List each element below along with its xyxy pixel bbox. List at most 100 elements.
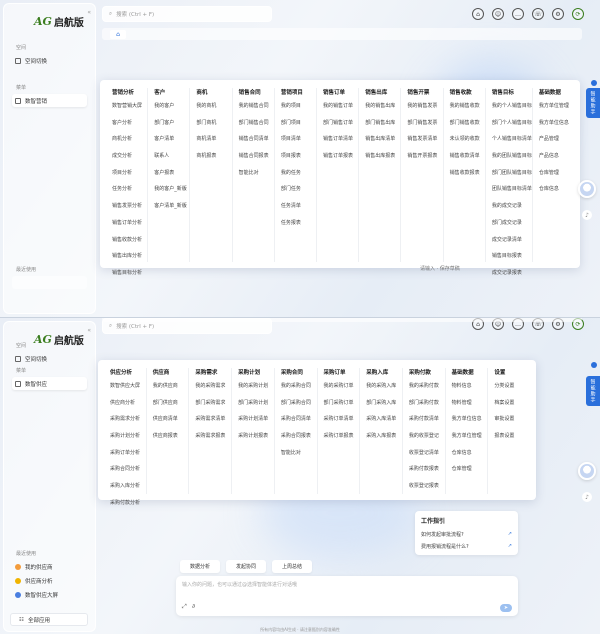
chat-icon[interactable]: … xyxy=(512,8,524,20)
bell-icon[interactable]: ♪ xyxy=(582,210,592,220)
menu-item[interactable]: 采购计划清单 xyxy=(238,415,274,422)
menu-item[interactable]: 任务清单 xyxy=(281,202,316,209)
expand-icon[interactable]: ⤢ xyxy=(182,603,187,611)
menu-item[interactable]: 部门客户 xyxy=(154,119,189,126)
menu-item[interactable]: 商机分析 xyxy=(112,135,147,142)
menu-item[interactable]: 采购订单清单 xyxy=(324,415,360,422)
menu-item[interactable]: 销售合同清单 xyxy=(239,135,274,142)
menu-item[interactable]: 我方单位信息 xyxy=(539,119,574,126)
menu-item[interactable]: 商机清单 xyxy=(196,135,231,142)
home-tab[interactable]: ⌂ xyxy=(110,30,126,39)
menu-item[interactable]: 部门采购入库 xyxy=(366,399,402,406)
menu-item[interactable]: 项目分析 xyxy=(112,169,147,176)
menu-item[interactable]: 收票登记报表 xyxy=(409,482,445,489)
menu-item[interactable]: 销售合同报表 xyxy=(239,152,274,159)
menu-item[interactable]: 联系人 xyxy=(154,152,189,159)
menu-item[interactable]: 采购需求分析 xyxy=(110,415,146,422)
search-bar[interactable]: ⌕ 搜索 (Ctrl + F) xyxy=(102,6,272,22)
menu-item[interactable]: 销售收款清单 xyxy=(450,152,485,159)
menu-item[interactable]: 部门商机 xyxy=(196,119,231,126)
recent-item-analysis[interactable]: 供应商分析 xyxy=(12,574,87,587)
menu-item[interactable]: 我的销售出库 xyxy=(365,102,400,109)
home-tab[interactable]: ⌂ xyxy=(110,318,126,321)
menu-item[interactable]: 供应商清单 xyxy=(153,415,189,422)
menu-item[interactable]: 我的成交记录 xyxy=(492,202,532,209)
space-switch-item[interactable]: 空间切换 xyxy=(12,54,87,67)
menu-item[interactable]: 销售订单报表 xyxy=(323,152,358,159)
menu-item[interactable]: 商机报表 xyxy=(196,152,231,159)
menu-item[interactable]: 部门团队销售目标 xyxy=(492,169,532,176)
menu-item[interactable]: 采购合同报表 xyxy=(281,432,317,439)
menu-item[interactable]: 供应商报表 xyxy=(153,432,189,439)
assistant-tab[interactable]: 智能助手 xyxy=(586,88,600,118)
menu-item[interactable]: 供应商分析 xyxy=(110,399,146,406)
sidebar-item-active-app[interactable]: 数智供应 xyxy=(12,377,87,390)
menu-item[interactable]: 我的销售订单 xyxy=(323,102,358,109)
menu-item[interactable]: 部门个人销售目标 xyxy=(492,119,532,126)
menu-item[interactable]: 数智营销大屏 xyxy=(112,102,147,109)
space-switch-item[interactable]: 空间切换 xyxy=(12,352,87,365)
menu-item[interactable]: 我的销售收款 xyxy=(450,102,485,109)
menu-item[interactable]: 产品信息 xyxy=(539,152,574,159)
menu-item[interactable]: 客户清单_新版 xyxy=(154,202,189,209)
menu-item[interactable]: 产品管理 xyxy=(539,135,574,142)
menu-item[interactable]: 未认领的收款 xyxy=(450,135,485,142)
menu-item[interactable]: 我的商机 xyxy=(196,102,231,109)
menu-item[interactable]: 部门销售订单 xyxy=(323,119,358,126)
assistant-tab[interactable]: 智能助手 xyxy=(586,376,600,406)
menu-item[interactable]: 报表设置 xyxy=(494,432,530,439)
menu-item[interactable]: 个人销售目标清单 xyxy=(492,135,532,142)
menu-item[interactable]: 采购合同清单 xyxy=(281,415,317,422)
menu-item[interactable]: 成交记录清单 xyxy=(492,236,532,243)
menu-item[interactable]: 我的收票登记 xyxy=(409,432,445,439)
menu-item[interactable]: 销售出库报表 xyxy=(365,152,400,159)
menu-item[interactable]: 智能比对 xyxy=(281,449,317,456)
menu-item[interactable]: 采购合同分析 xyxy=(110,465,146,472)
menu-item[interactable]: 仓库管理 xyxy=(452,465,488,472)
menu-item[interactable]: 部门任务 xyxy=(281,185,316,192)
menu-item[interactable]: 我的销售发票 xyxy=(407,102,442,109)
gear-icon[interactable]: ⚙ xyxy=(552,8,564,20)
menu-item[interactable]: 销售出库分析 xyxy=(112,252,147,259)
menu-item[interactable]: 销售发票清单 xyxy=(407,135,442,142)
menu-item[interactable]: 我的采购计划 xyxy=(238,382,274,389)
menu-item[interactable]: 我的客户_新版 xyxy=(154,185,189,192)
guide-item[interactable]: 如何发起审批流程? ↗ xyxy=(421,531,512,538)
menu-item[interactable]: 销售目标分析 xyxy=(112,269,147,276)
menu-item[interactable]: 物料信息 xyxy=(452,382,488,389)
menu-item[interactable]: 部门采购合同 xyxy=(281,399,317,406)
home-icon[interactable]: ⌂ xyxy=(472,8,484,20)
menu-item[interactable]: 部门销售合同 xyxy=(239,119,274,126)
menu-item[interactable]: 我的采购需求 xyxy=(195,382,231,389)
robot-icon[interactable]: ☺ xyxy=(492,8,504,20)
chat-input[interactable]: 输入你的问题，也可以通过@选择智能体进行对话哦 ⤢ ∂ ➤ xyxy=(176,576,518,616)
menu-item[interactable]: 销售订单清单 xyxy=(323,135,358,142)
menu-item[interactable]: 采购计划报表 xyxy=(238,432,274,439)
menu-item[interactable]: 销售开票报表 xyxy=(407,152,442,159)
menu-item[interactable]: 我的供应商 xyxy=(153,382,189,389)
menu-item[interactable]: 我的任务 xyxy=(281,169,316,176)
guide-item[interactable]: 费用报销流程是什么? ↗ xyxy=(421,543,512,550)
menu-item[interactable]: 仓库信息 xyxy=(539,185,574,192)
menu-item[interactable]: 我的采购订单 xyxy=(324,382,360,389)
recent-item-dashboard[interactable]: 数智供应大屏 xyxy=(12,588,87,601)
menu-item[interactable]: 部门采购计划 xyxy=(238,399,274,406)
chip-weekly-summary[interactable]: 上周总结 xyxy=(272,560,313,573)
menu-item[interactable]: 采购入库分析 xyxy=(110,482,146,489)
menu-item[interactable]: 档案设置 xyxy=(494,399,530,406)
menu-item[interactable]: 采购付款清单 xyxy=(409,415,445,422)
menu-item[interactable]: 部门供应商 xyxy=(153,399,189,406)
avatar[interactable] xyxy=(578,462,596,480)
menu-item[interactable]: 任务分析 xyxy=(112,185,147,192)
menu-item[interactable]: 销售收款报表 xyxy=(450,169,485,176)
menu-item[interactable]: 我的客户 xyxy=(154,102,189,109)
menu-item[interactable]: 销售出库清单 xyxy=(365,135,400,142)
menu-item[interactable]: 我的项目 xyxy=(281,102,316,109)
menu-item[interactable]: 分类设置 xyxy=(494,382,530,389)
menu-item[interactable]: 部门项目 xyxy=(281,119,316,126)
menu-item[interactable]: 采购需求报表 xyxy=(195,432,231,439)
menu-item[interactable]: 销售目标报表 xyxy=(492,252,532,259)
attach-icon[interactable]: ∂ xyxy=(192,603,195,611)
menu-item[interactable]: 采购入库报表 xyxy=(366,432,402,439)
menu-item[interactable]: 仓库信息 xyxy=(452,449,488,456)
